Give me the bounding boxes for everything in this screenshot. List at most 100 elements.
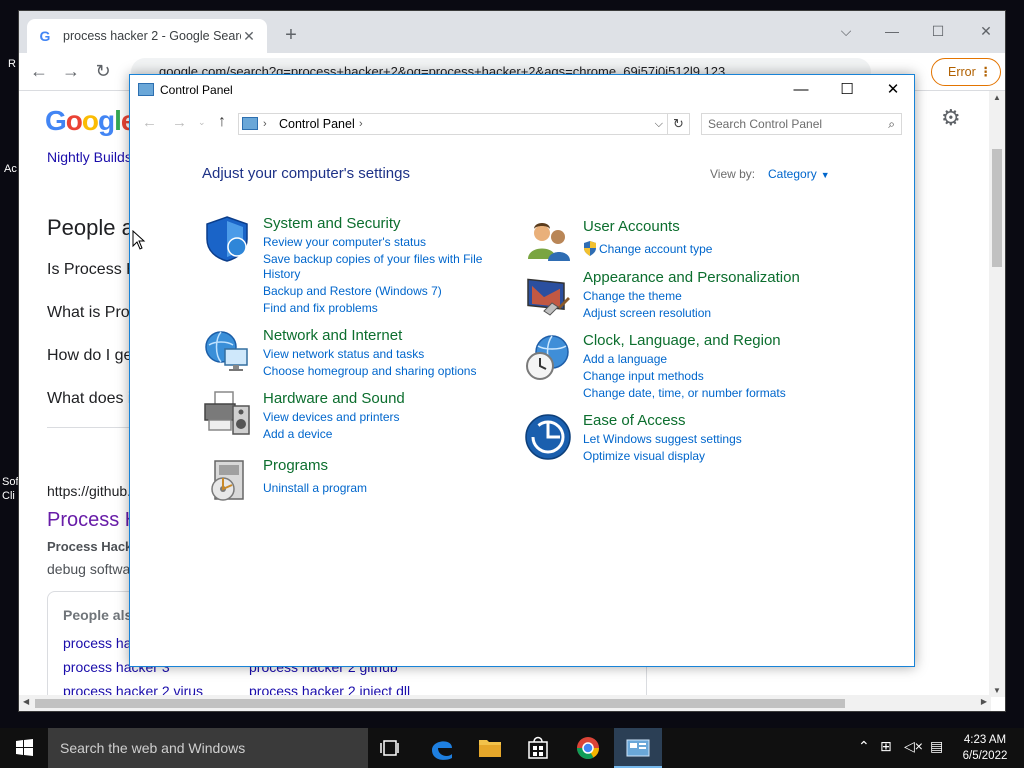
clock-globe-icon[interactable] xyxy=(524,334,572,382)
control-panel-icon xyxy=(138,83,154,96)
scroll-left-icon[interactable]: ◀ xyxy=(23,697,29,706)
link-add-device[interactable]: Add a device xyxy=(263,427,332,441)
link-review-status[interactable]: Review your computer's status xyxy=(263,235,426,249)
forward-icon[interactable]: → xyxy=(59,59,83,83)
breadcrumb-bar[interactable]: › Control Panel › ⌵ xyxy=(238,113,668,135)
volume-muted-icon[interactable]: ◁× xyxy=(904,738,923,755)
chrome-close-button[interactable]: ✕ xyxy=(971,19,1001,43)
tab-strip: G process hacker 2 - Google Search ✕ + ⌵… xyxy=(19,11,1005,53)
tab-google-search[interactable]: G process hacker 2 - Google Search ✕ xyxy=(27,19,267,53)
question-1[interactable]: Is Process H xyxy=(47,261,138,279)
up-arrow-icon[interactable]: ↑ xyxy=(218,113,226,131)
scroll-up-icon[interactable]: ▲ xyxy=(989,93,1005,102)
category-hardware-sound[interactable]: Hardware and Sound xyxy=(263,390,405,407)
chrome-dropdown-icon[interactable]: ⌵ xyxy=(831,19,861,43)
related-search-1[interactable]: process ha xyxy=(63,635,131,651)
breadcrumb-control-panel[interactable]: Control Panel xyxy=(279,114,355,134)
link-screen-resolution[interactable]: Adjust screen resolution xyxy=(583,306,711,320)
category-system-security[interactable]: System and Security xyxy=(263,215,401,232)
link-optimize-display[interactable]: Optimize visual display xyxy=(583,449,705,463)
control-panel-titlebar[interactable]: Control Panel — ☐ ✕ xyxy=(130,75,914,105)
scroll-down-icon[interactable]: ▼ xyxy=(989,686,1005,695)
link-uninstall-program[interactable]: Uninstall a program xyxy=(263,481,367,495)
chrome-taskbar-icon[interactable] xyxy=(564,728,612,768)
category-user-accounts[interactable]: User Accounts xyxy=(583,218,680,235)
link-save-backup-cont[interactable]: History xyxy=(263,267,300,281)
back-icon[interactable]: ← xyxy=(27,59,51,83)
question-4[interactable]: What does i xyxy=(47,390,131,408)
close-button[interactable]: ✕ xyxy=(870,75,916,105)
category-clock-language[interactable]: Clock, Language, and Region xyxy=(583,332,781,349)
search-control-panel-input[interactable]: Search Control Panel ⌕ xyxy=(701,113,902,135)
link-backup-restore[interactable]: Backup and Restore (Windows 7) xyxy=(263,284,442,298)
shield-icon[interactable] xyxy=(203,215,251,263)
link-save-backup[interactable]: Save backup copies of your files with Fi… xyxy=(263,252,482,266)
link-network-status[interactable]: View network status and tasks xyxy=(263,347,424,361)
address-dropdown-icon[interactable]: ⌵ xyxy=(655,114,663,134)
back-arrow-icon[interactable]: ← xyxy=(142,114,157,131)
vertical-scrollbar[interactable]: ▲ ▼ xyxy=(989,91,1005,697)
link-windows-suggest[interactable]: Let Windows suggest settings xyxy=(583,432,742,446)
question-2[interactable]: What is Pro xyxy=(47,304,130,322)
new-tab-button[interactable]: + xyxy=(279,23,303,47)
network-tray-icon[interactable]: ⊞ xyxy=(880,738,892,755)
breadcrumb-separator-icon[interactable]: › xyxy=(263,114,267,134)
nightly-builds-link[interactable]: Nightly Builds xyxy=(47,149,132,165)
recent-locations-icon[interactable]: ⌄ xyxy=(198,117,206,128)
action-center-icon[interactable]: ▤ xyxy=(930,738,943,755)
system-clock[interactable]: 4:23 AM 6/5/2022 xyxy=(955,732,1015,764)
category-programs[interactable]: Programs xyxy=(263,457,328,474)
taskbar-search-box[interactable]: Search the web and Windows xyxy=(48,728,368,768)
refresh-icon[interactable]: ↻ xyxy=(668,113,690,135)
maximize-button[interactable]: ☐ xyxy=(824,75,870,105)
programs-icon[interactable] xyxy=(203,457,251,505)
category-network-internet[interactable]: Network and Internet xyxy=(263,327,402,344)
window-title: Control Panel xyxy=(160,83,233,97)
edge-browser-icon[interactable] xyxy=(418,728,466,768)
show-hidden-icons-chevron-icon[interactable]: ⌃ xyxy=(858,738,870,755)
view-by-dropdown[interactable]: Category ▼ xyxy=(768,167,830,181)
printer-icon[interactable] xyxy=(203,390,251,438)
link-date-time-formats[interactable]: Change date, time, or number formats xyxy=(583,386,786,400)
reload-icon[interactable]: ↻ xyxy=(91,59,115,83)
forward-arrow-icon[interactable]: → xyxy=(172,114,187,131)
result-snippet: debug softwa xyxy=(47,561,131,577)
category-ease-of-access[interactable]: Ease of Access xyxy=(583,412,686,429)
link-devices-printers[interactable]: View devices and printers xyxy=(263,410,400,424)
users-icon[interactable] xyxy=(524,217,572,265)
link-change-account-type[interactable]: Change account type xyxy=(599,242,712,256)
minimize-button[interactable]: — xyxy=(778,75,824,105)
link-change-theme[interactable]: Change the theme xyxy=(583,289,682,303)
horizontal-scroll-thumb[interactable] xyxy=(35,699,845,708)
windows-start-icon[interactable] xyxy=(0,728,48,768)
breadcrumb-chevron-icon[interactable]: › xyxy=(359,114,363,134)
control-panel-taskbar-button[interactable] xyxy=(614,728,662,768)
task-view-icon[interactable] xyxy=(368,728,416,768)
google-logo[interactable]: Google xyxy=(45,105,136,137)
vertical-scroll-thumb[interactable] xyxy=(992,149,1002,267)
chrome-maximize-button[interactable]: ☐ xyxy=(923,19,953,43)
file-explorer-icon[interactable] xyxy=(466,728,514,768)
category-appearance[interactable]: Appearance and Personalization xyxy=(583,269,800,286)
link-input-methods[interactable]: Change input methods xyxy=(583,369,704,383)
result-title-link[interactable]: Process H xyxy=(47,509,139,532)
search-icon[interactable]: ⌕ xyxy=(888,114,895,134)
close-tab-icon[interactable]: ✕ xyxy=(241,28,257,45)
chrome-minimize-button[interactable]: — xyxy=(877,19,907,43)
settings-gear-icon[interactable]: ⚙ xyxy=(941,105,961,131)
link-homegroup[interactable]: Choose homegroup and sharing options xyxy=(263,364,476,378)
network-icon[interactable] xyxy=(203,327,251,375)
control-panel-taskbar-icon xyxy=(626,739,650,757)
desktop-label-cli: Cli xyxy=(2,490,15,502)
question-3[interactable]: How do I ge xyxy=(47,347,132,365)
menu-dots-icon[interactable]: ⋮ xyxy=(980,59,993,85)
desktop-label-ac: Ac xyxy=(4,163,17,175)
link-find-fix[interactable]: Find and fix problems xyxy=(263,301,378,315)
ease-of-access-icon[interactable] xyxy=(524,413,572,461)
link-add-language[interactable]: Add a language xyxy=(583,352,667,366)
profile-error-button[interactable]: Error ⋮ xyxy=(931,58,1001,86)
monitor-paint-icon[interactable] xyxy=(524,273,572,321)
scroll-right-icon[interactable]: ▶ xyxy=(981,697,987,706)
store-icon[interactable] xyxy=(514,728,562,768)
horizontal-scrollbar[interactable]: ◀ ▶ xyxy=(19,695,991,711)
